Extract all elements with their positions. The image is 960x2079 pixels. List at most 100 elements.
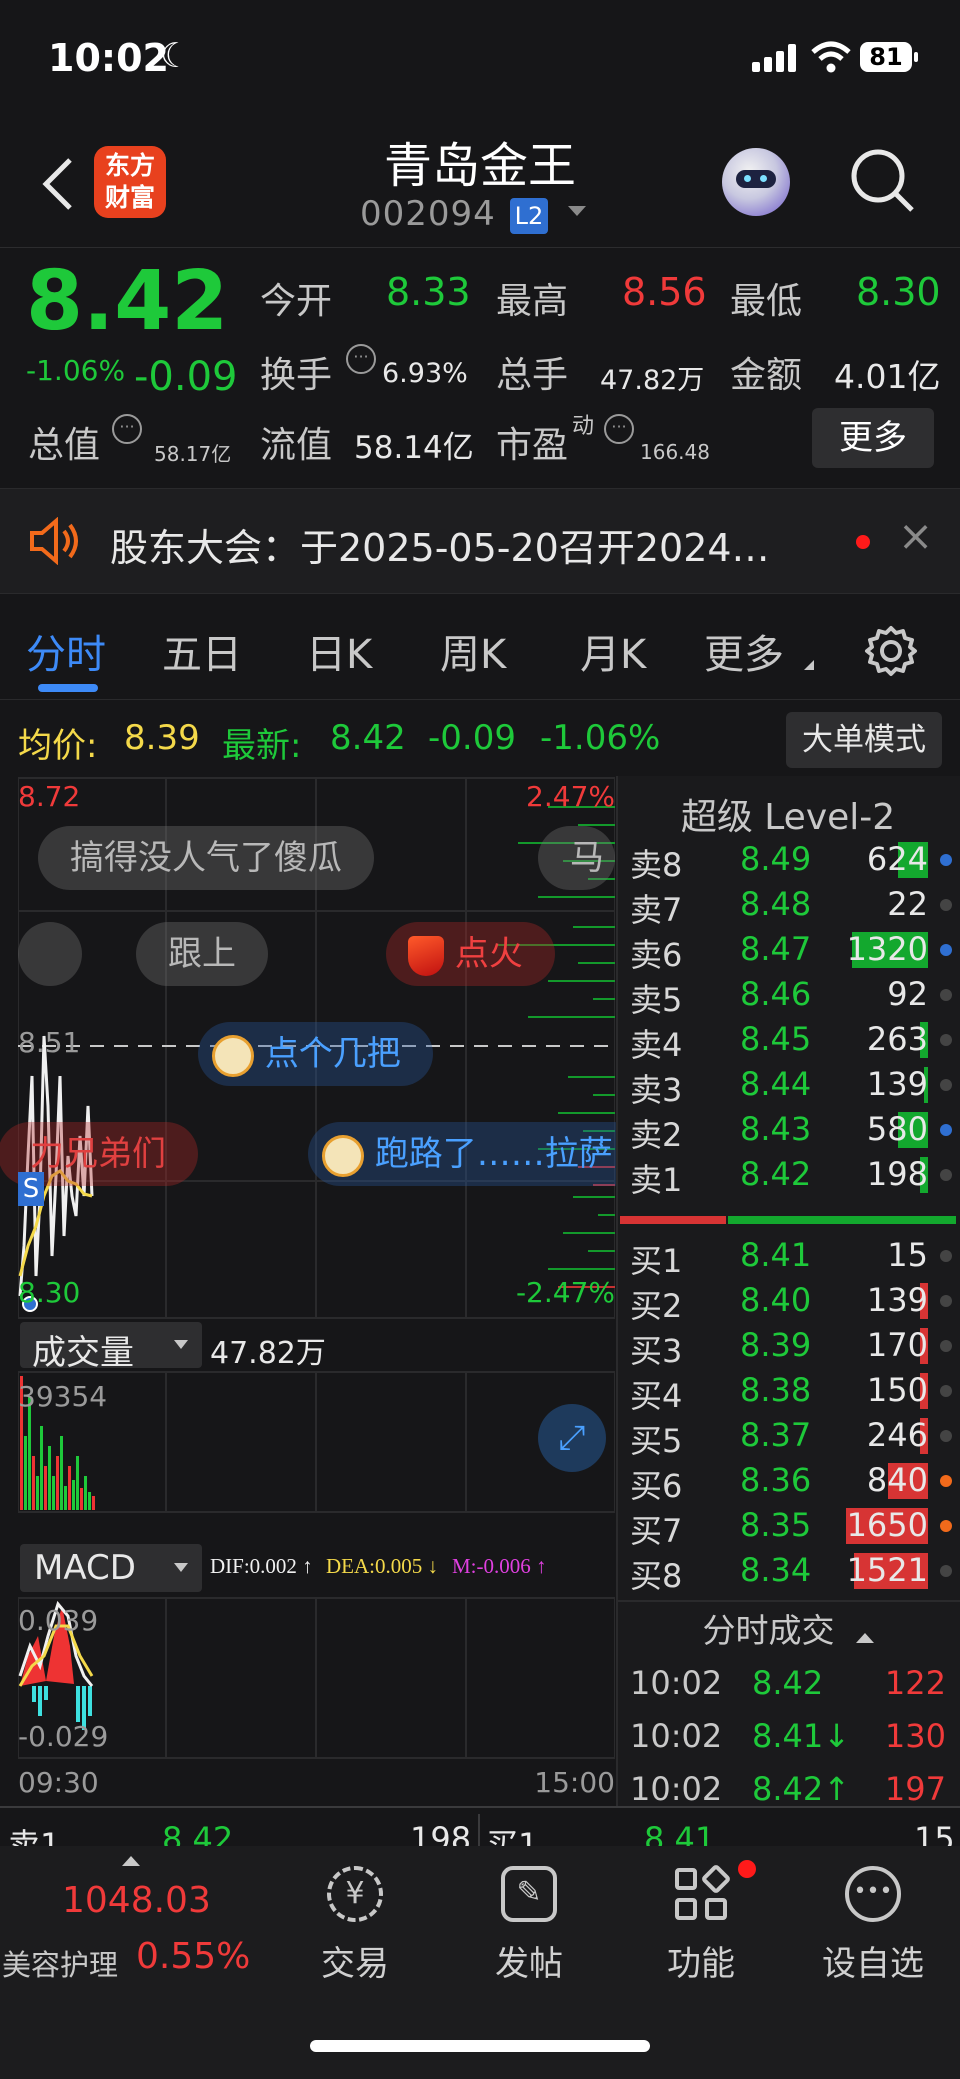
danmu-bubble[interactable]: 跟上 xyxy=(136,922,268,986)
volume-selector-label: 成交量 xyxy=(32,1333,134,1373)
big-order-mode-button[interactable]: 大单模式 xyxy=(786,712,942,768)
level-price: 8.48 xyxy=(740,885,812,923)
time-axis-end: 15:00 xyxy=(534,1766,615,1799)
level-dot-icon xyxy=(940,1565,952,1577)
level-dot-icon xyxy=(940,1124,952,1136)
trade-volume: 197 xyxy=(884,1770,946,1808)
danmu-bubble-fire[interactable]: 点火 xyxy=(386,922,555,986)
tab-daily-k[interactable]: 日K xyxy=(306,622,372,680)
search-icon[interactable] xyxy=(848,146,918,216)
level-dot-icon xyxy=(940,1430,952,1442)
bid-row[interactable]: 买4 8.38 150 xyxy=(616,1367,960,1415)
ask-row[interactable]: 卖3 8.44 139 xyxy=(616,1061,960,1109)
pct-axis-top: 2.47% xyxy=(526,780,615,813)
danmu-bubble-rabbit[interactable]: 跑路了……拉萨 xyxy=(308,1122,645,1186)
bid-row[interactable]: 买5 8.37 246 xyxy=(616,1412,960,1460)
market-cap-value: 58.17亿 xyxy=(154,442,232,466)
level-dot-icon xyxy=(940,1250,952,1262)
level-volume: 1521 xyxy=(846,1551,928,1589)
trade-time: 10:02 xyxy=(630,1664,723,1702)
bid-row[interactable]: 买6 8.36 840 xyxy=(616,1457,960,1505)
level-label: 买6 xyxy=(630,1467,683,1505)
bid1-label: 买1 xyxy=(486,1826,539,1846)
ask-row[interactable]: 卖6 8.47 1320 xyxy=(616,926,960,974)
info-icon[interactable]: ··· xyxy=(604,414,634,444)
more-button[interactable]: 更多 xyxy=(812,408,934,468)
volume-selector[interactable]: 成交量 xyxy=(20,1322,202,1373)
macd-dif: DIF:0.002 ↑ xyxy=(210,1554,313,1578)
app-logo: 东方 财富 xyxy=(94,146,166,218)
level-label: 买3 xyxy=(630,1332,683,1370)
danmu-text: 点火 xyxy=(454,934,523,974)
info-icon[interactable]: ··· xyxy=(346,344,376,374)
danmu-bubble[interactable]: 马 xyxy=(538,826,615,890)
trade-row: 10:02 8.42 122 xyxy=(616,1660,960,1705)
bid-row[interactable]: 买7 8.35 1650 xyxy=(616,1502,960,1550)
tab-weekly-k[interactable]: 周K xyxy=(440,622,506,680)
level-label: 卖5 xyxy=(630,981,683,1019)
function-button[interactable]: 功能 xyxy=(636,1860,766,1985)
danmu-bubble-rabbit[interactable]: 点个几把 xyxy=(198,1022,433,1086)
volume-value: 47.82万 xyxy=(600,365,705,396)
level-label: 卖8 xyxy=(630,846,683,884)
tab-active-indicator xyxy=(38,684,98,692)
rabbit-avatar-icon xyxy=(212,1034,254,1077)
level-volume: 92 xyxy=(887,975,928,1013)
add-watchlist-button[interactable]: ••• 设自选 xyxy=(808,1866,938,1985)
dropdown-arrow-icon xyxy=(174,1340,188,1349)
trade-time: 10:02 xyxy=(630,1770,723,1808)
robot-assistant-icon[interactable] xyxy=(722,148,790,216)
level-price: 8.34 xyxy=(740,1551,812,1589)
back-icon[interactable] xyxy=(38,154,78,214)
logo-text-1: 东方 xyxy=(104,151,155,180)
bid-row[interactable]: 买8 8.34 1521 xyxy=(616,1547,960,1595)
danmu-text: 跑路了……拉萨 xyxy=(374,1134,613,1174)
tab-monthly-k[interactable]: 月K xyxy=(580,622,646,680)
volume-total: 47.82万 xyxy=(210,1336,326,1371)
tab-more[interactable]: 更多 xyxy=(704,622,784,680)
bid1-volume: 15 xyxy=(914,1820,955,1846)
tab-five-day[interactable]: 五日 xyxy=(162,622,242,680)
info-icon[interactable]: ··· xyxy=(112,414,142,444)
level2-title[interactable]: 超级 Level-2 xyxy=(616,788,960,840)
pct-axis-bottom: -2.47% xyxy=(515,1276,615,1309)
trade-row: 10:02 8.41↓ 130 xyxy=(616,1713,960,1758)
trades-title: 分时成交 xyxy=(702,1611,835,1650)
time-axis-start: 09:30 xyxy=(18,1766,99,1799)
macd-selector-label: MACD xyxy=(34,1548,136,1588)
notice-bar[interactable]: 股东大会：于2025-05-20召开2024… × xyxy=(0,488,960,594)
macd-selector[interactable]: MACD xyxy=(20,1544,202,1592)
close-icon[interactable]: × xyxy=(898,511,933,560)
chevron-down-icon[interactable] xyxy=(568,206,586,216)
trade-volume: 130 xyxy=(884,1717,946,1755)
level-volume: 22 xyxy=(887,885,928,923)
trades-header[interactable]: 分时成交 xyxy=(616,1604,960,1652)
bid-row[interactable]: 买2 8.40 139 xyxy=(616,1277,960,1325)
firecracker-icon xyxy=(408,935,444,976)
expand-icon[interactable]: ⤢ xyxy=(538,1404,606,1472)
ask-row[interactable]: 卖4 8.45 263 xyxy=(616,1016,960,1064)
danmu-bubble[interactable]: 搞得没人气了傻瓜 xyxy=(38,826,374,890)
post-button[interactable]: ✎ 发帖 xyxy=(464,1866,594,1985)
amount-value: 4.01亿 xyxy=(834,357,941,396)
price-axis-bottom: 8.30 xyxy=(18,1276,81,1309)
dropdown-arrow-icon xyxy=(174,1563,188,1572)
ask-row[interactable]: 卖5 8.46 92 xyxy=(616,971,960,1019)
settings-gear-icon[interactable] xyxy=(864,624,918,678)
level-volume: 624 xyxy=(866,840,928,878)
bid-row[interactable]: 买1 8.41 15 xyxy=(616,1232,960,1280)
l2-badge[interactable]: L2 xyxy=(510,198,548,234)
ask-row[interactable]: 卖8 8.49 624 xyxy=(616,836,960,884)
ask-row[interactable]: 卖7 8.48 22 xyxy=(616,881,960,929)
s-marker[interactable]: S xyxy=(18,1172,44,1206)
latest-change: -0.09 xyxy=(428,718,516,758)
bid-row[interactable]: 买3 8.39 170 xyxy=(616,1322,960,1370)
market-cap-label: 总值 xyxy=(28,425,101,466)
index-widget[interactable]: 1048.03 美容护理 0.55% xyxy=(0,1846,270,2016)
trade-button[interactable]: ¥ 交易 xyxy=(290,1866,420,1985)
ask-row[interactable]: 卖1 8.42 198 xyxy=(616,1151,960,1199)
macd-m: M:-0.006 ↑ xyxy=(452,1554,547,1578)
ask-row[interactable]: 卖2 8.43 580 xyxy=(616,1106,960,1154)
level-dot-icon xyxy=(940,944,952,956)
tab-intraday[interactable]: 分时 xyxy=(26,622,106,680)
